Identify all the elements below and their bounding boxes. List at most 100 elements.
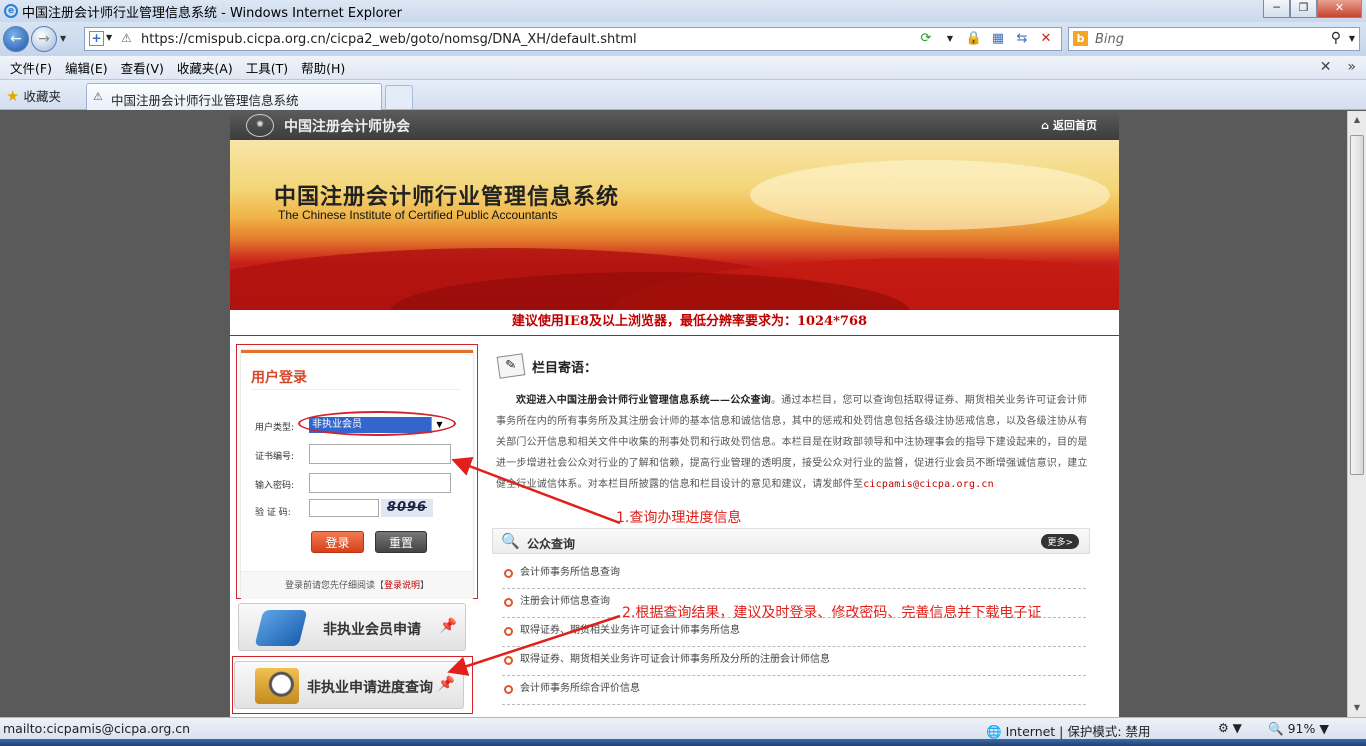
zoom-control[interactable]: 🔍 91% ▼ [1268,721,1329,737]
address-bar[interactable]: + ▼ ⚠ https://cmispub.cicpa.org.cn/cicpa… [84,27,1062,51]
search-icon[interactable]: ⚲ [1331,30,1341,46]
window-titlebar: e 中国注册会计师行业管理信息系统 - Windows Internet Exp… [0,0,1366,22]
add-tab-icon[interactable]: + [89,31,104,46]
password-input[interactable] [309,473,451,493]
favorites-button[interactable]: ★ 收藏夹 [6,86,61,105]
pencil-note-icon: ✎ [496,353,526,379]
menu-edit[interactable]: 编辑(E) [65,58,108,77]
tab-active[interactable]: ⚠ 中国注册会计师行业管理信息系统 [86,83,382,110]
protected-mode-icon[interactable]: ⚙ ▼ [1218,721,1242,735]
tab-label: 中国注册会计师行业管理信息系统 [111,93,299,108]
progress-query-button[interactable]: 非执业申请进度查询 📌 [234,661,464,709]
chevron-down-icon[interactable]: ▼ [941,30,959,48]
bullet-icon [504,569,513,578]
forward-arrow-icon: → [38,31,50,47]
more-button[interactable]: 更多> [1041,534,1079,549]
navigation-bar: ← → ▼ + ▼ ⚠ https://cmispub.cicpa.org.cn… [0,22,1366,56]
cert-no-input[interactable] [309,444,451,464]
search-box[interactable]: b Bing ⚲ ▼ [1068,27,1360,51]
list-item[interactable]: 取得证券、期货相关业务许可证会计师事务所信息 [502,618,1086,647]
pin-icon: 📌 [439,618,457,634]
compatibility-icon[interactable]: ▦ [989,30,1007,48]
zoom-icon: 🔍 [1268,721,1284,736]
site-header-strip: ✺ 中国注册会计师协会 ⌂ 返回首页 [230,111,1119,140]
query-link[interactable]: 取得证券、期货相关业务许可证会计师事务所信息 [520,625,740,636]
menu-help[interactable]: 帮助(H) [301,58,345,77]
captcha-input[interactable] [309,499,379,517]
annotation-step-1: 1.查询办理进度信息 [616,510,742,526]
lock-icon[interactable]: 🔒 [965,30,983,48]
home-icon: ⌂ [1041,119,1049,132]
maximize-button[interactable]: ❐ [1290,0,1317,18]
captcha-image[interactable]: 8096 [381,499,433,517]
chevron-down-icon[interactable]: ▼ [106,33,112,42]
web-page: ✺ 中国注册会计师协会 ⌂ 返回首页 中国注册会计师行业管理信息系统 The Ch… [230,111,1119,717]
minimize-button[interactable]: ─ [1263,0,1290,18]
close-button[interactable]: ✕ [1317,0,1362,18]
bullet-icon [504,598,513,607]
zone-label: Internet | 保护模式: 禁用 [1005,724,1151,739]
public-query-header: 🔍 公众查询 更多> [492,528,1090,554]
vertical-scrollbar[interactable]: ▲ ▼ [1347,111,1366,717]
reset-button[interactable]: 重置 [375,531,427,553]
banner-subtitle: The Chinese Institute of Certified Publi… [278,208,558,222]
list-item[interactable]: 会计师事务所综合评价信息 [502,676,1086,705]
list-item[interactable]: 会计师事务所信息查询 [502,560,1086,589]
annotation-step-2: 2.根据查询结果，建议及时登录、修改密码、完善信息并下载电子证 [622,605,1042,621]
star-icon: ★ [6,86,20,105]
security-zone[interactable]: 🌐 Internet | 保护模式: 禁用 [986,721,1151,740]
apply-button[interactable]: 非执业会员申请 📌 [238,603,466,651]
taskbar [0,739,1366,746]
stop-icon[interactable]: ✕ [1037,30,1055,48]
menu-favorites[interactable]: 收藏夹(A) [177,58,233,77]
back-button[interactable]: ← [3,26,29,52]
magnifier-icon: 🔍 [501,532,520,550]
search-placeholder[interactable]: Bing [1095,32,1124,47]
home-link[interactable]: ⌂ 返回首页 [1041,117,1097,133]
login-heading: 用户登录 [251,370,307,386]
query-link[interactable]: 取得证券、期货相关业务许可证会计师事务所及分所的注册会计师信息 [520,654,830,665]
email-link[interactable]: cicpamis@cicpa.org.cn [863,479,994,490]
query-link[interactable]: 会计师事务所信息查询 [520,567,620,578]
back-arrow-icon: ← [10,31,22,47]
url-text[interactable]: https://cmispub.cicpa.org.cn/cicpa2_web/… [141,32,637,47]
menu-view[interactable]: 查看(V) [121,58,164,77]
login-footer-text: 登录前请您先仔细阅读【 [284,581,384,591]
favorites-label: 收藏夹 [23,89,61,104]
org-name: 中国注册会计师协会 [284,119,410,135]
column-title: 栏目寄语： [532,360,598,376]
query-link[interactable]: 会计师事务所综合评价信息 [520,683,640,694]
query-link[interactable]: 注册会计师信息查询 [520,596,610,607]
scroll-up-icon[interactable]: ▲ [1349,112,1365,128]
login-button[interactable]: 登录 [311,531,364,553]
status-bar: mailto:cicpamis@cicpa.org.cn 🌐 Internet |… [0,717,1366,739]
chevron-double-right-icon[interactable]: » [1347,59,1356,75]
new-tab-button[interactable] [385,85,413,109]
window-title: 中国注册会计师行业管理信息系统 - Windows Internet Explo… [22,5,402,21]
menu-file[interactable]: 文件(F) [10,58,52,77]
banner-cloud [750,160,1110,230]
scroll-thumb[interactable] [1350,135,1364,475]
intro-bold: 欢迎进入中国注册会计师行业管理信息系统——公众查询 [516,395,771,406]
public-query-title: 公众查询 [527,537,576,551]
login-highlight-box: 用户登录 用户类型: 非执业会员 ▼ 证书编号: 输入密码: 验 证 码: 80… [236,344,478,599]
close-menu-icon[interactable]: ✕ [1320,59,1332,75]
bullet-icon [504,685,513,694]
column-intro: 欢迎进入中国注册会计师行业管理信息系统——公众查询。通过本栏目，您可以查询包括取… [496,390,1090,495]
login-instructions-link[interactable]: 登录说明 [384,581,420,591]
search-dropdown-icon[interactable]: ▼ [1349,34,1355,43]
scroll-down-icon[interactable]: ▼ [1349,700,1365,716]
divider [251,389,461,390]
compat-view-icon[interactable]: ⟳ [917,30,935,48]
magnifier-document-icon [255,668,299,704]
bing-logo-icon: b [1073,31,1088,46]
window-controls: ─ ❐ ✕ [1263,0,1362,18]
menu-tools[interactable]: 工具(T) [246,58,288,77]
refresh-icon[interactable]: ⇆ [1013,30,1031,48]
history-dropdown-icon[interactable]: ▼ [60,34,66,43]
progress-label: 非执业申请进度查询 [307,680,433,696]
forward-button[interactable]: → [31,26,57,52]
list-item[interactable]: 取得证券、期货相关业务许可证会计师事务所及分所的注册会计师信息 [502,647,1086,676]
browser-notice: 建议使用IE8及以上浏览器，最低分辨率要求为：1024*768 [230,310,1119,336]
home-link-label: 返回首页 [1053,119,1097,132]
